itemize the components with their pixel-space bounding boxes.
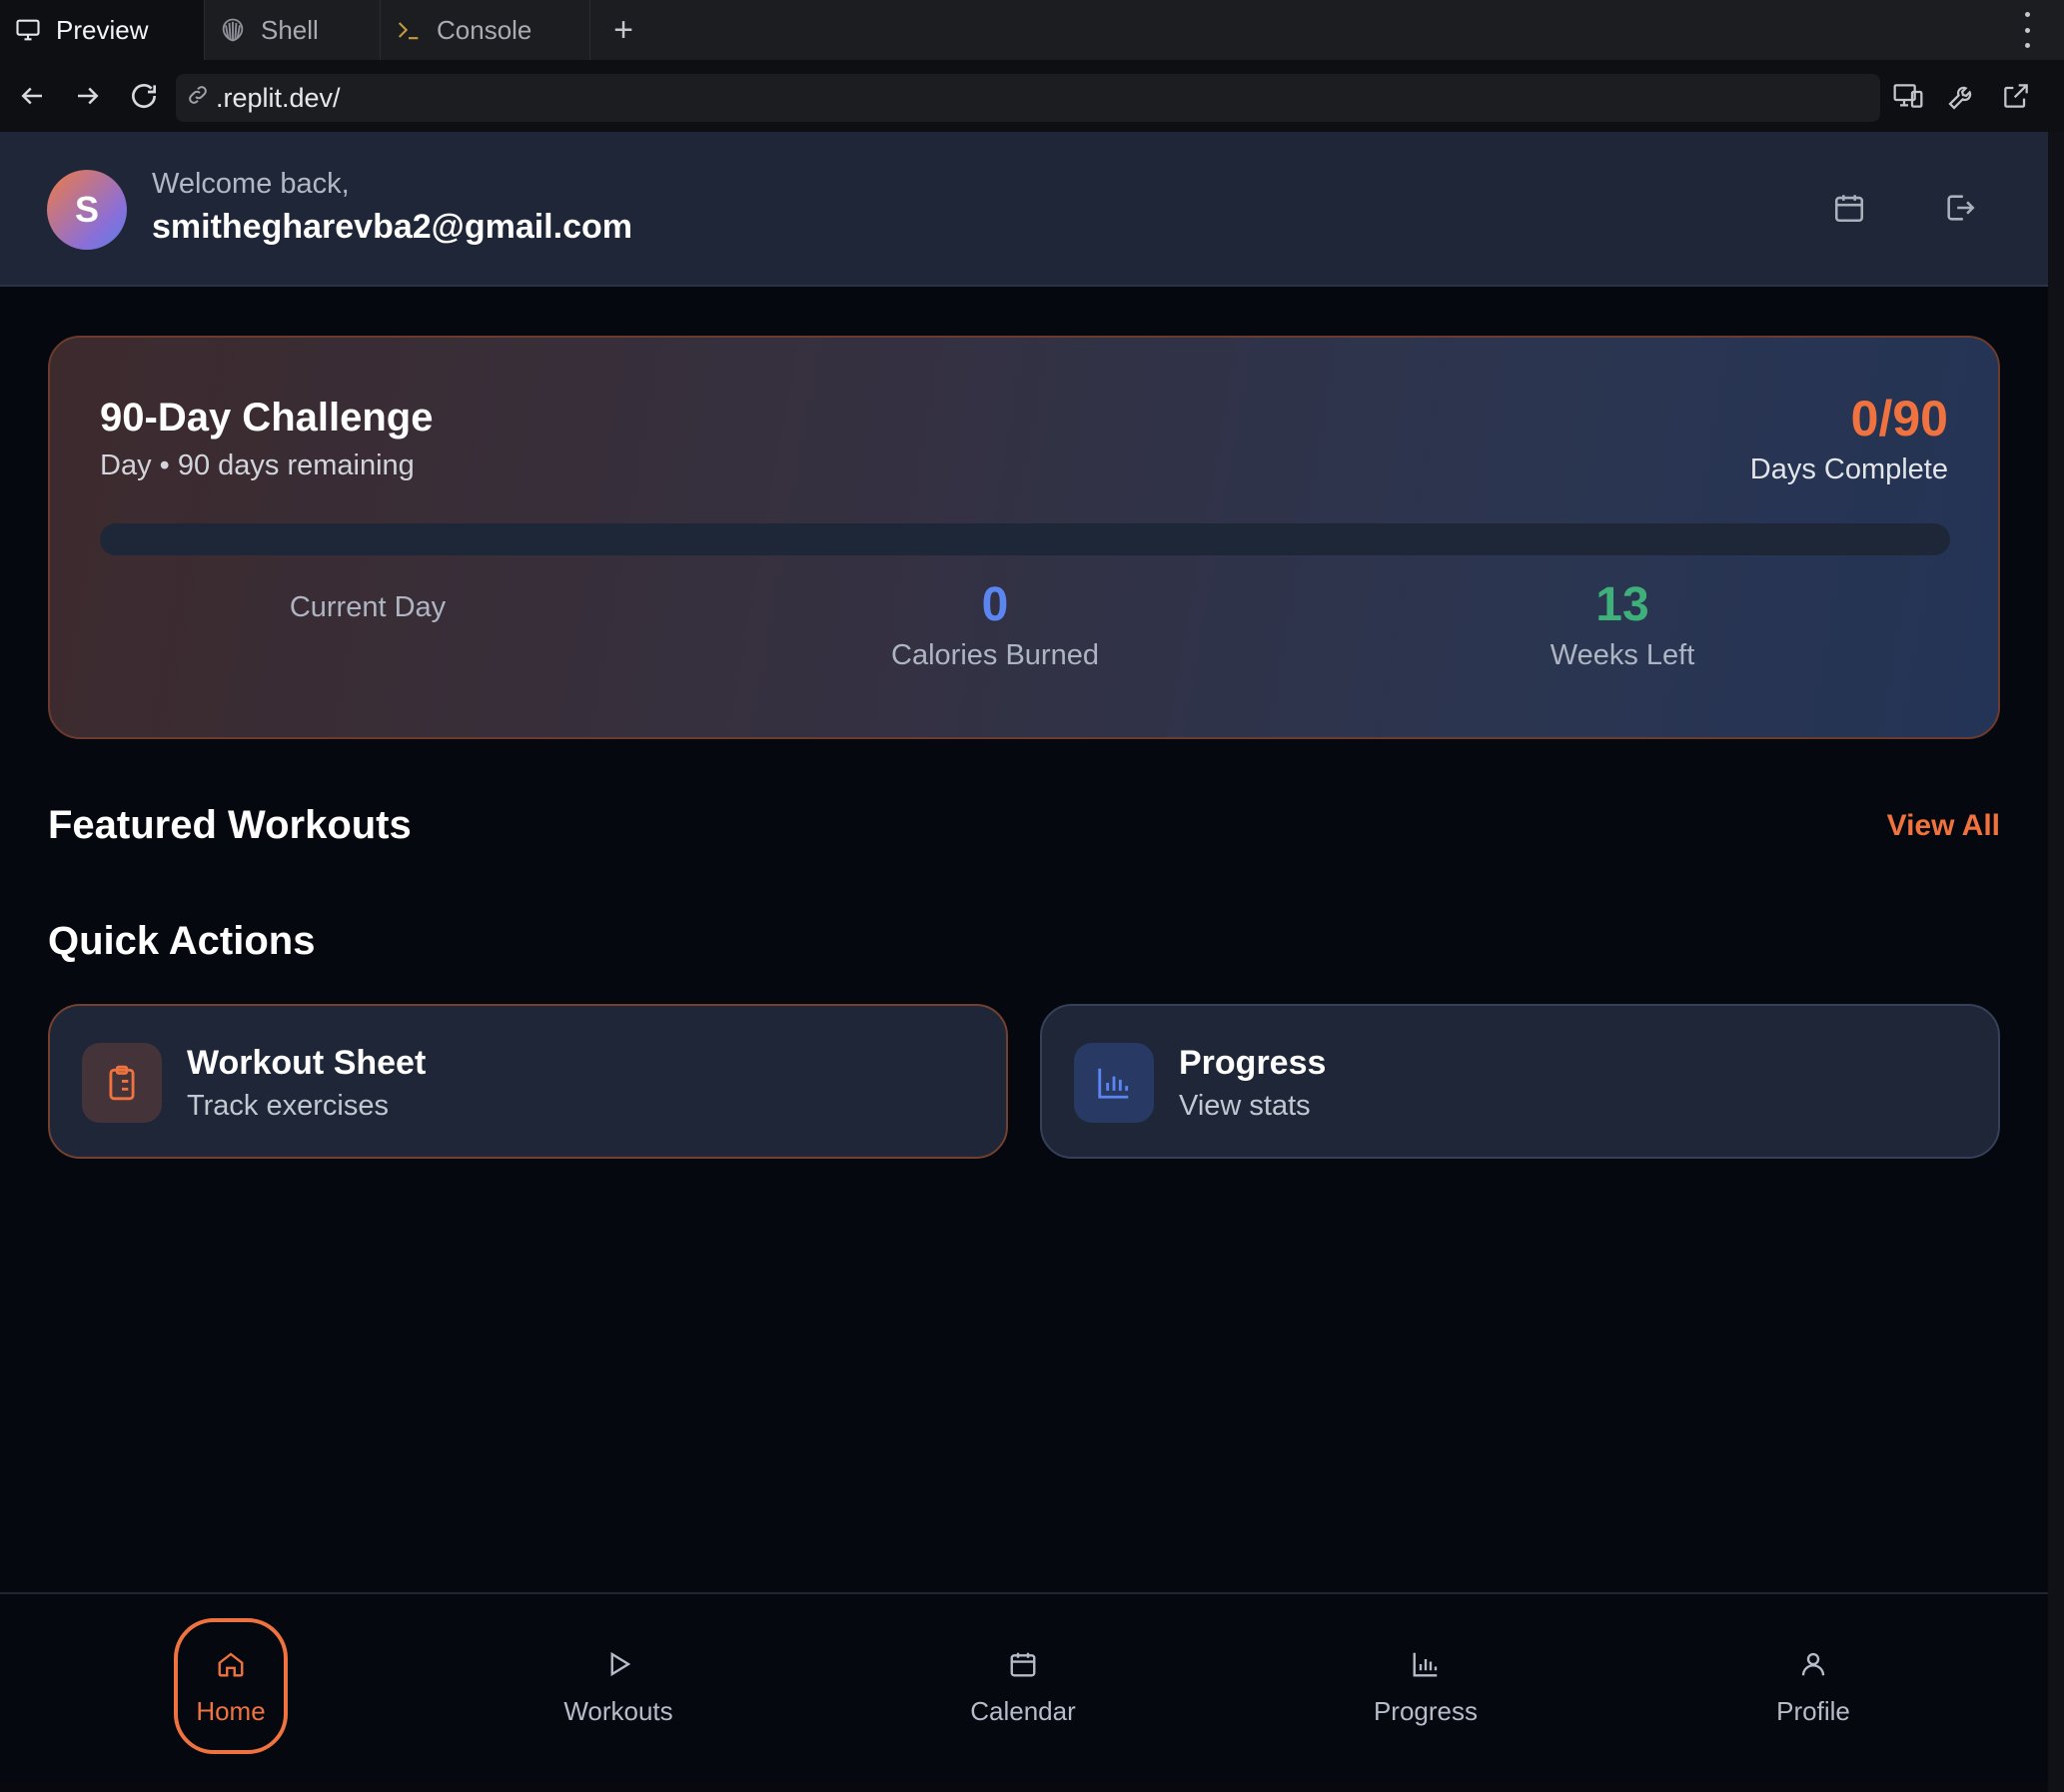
app-viewport: S Welcome back, smithegharevba2@gmail.co… xyxy=(0,132,2048,1782)
url-tools xyxy=(1890,78,2034,114)
nav-label: Profile xyxy=(1776,1695,1850,1726)
home-icon xyxy=(213,1646,249,1682)
bar-chart-icon xyxy=(1074,1043,1154,1123)
challenge-title: 90-Day Challenge xyxy=(100,396,434,440)
logout-icon[interactable] xyxy=(1938,186,1982,230)
terminal-icon xyxy=(395,16,423,44)
calendar-icon[interactable] xyxy=(1827,186,1871,230)
challenge-subtitle: Day • 90 days remaining xyxy=(100,449,415,481)
link-icon xyxy=(186,83,210,114)
workspace-tab-bar: Preview Shell Console + xyxy=(0,0,2064,60)
days-complete-count: 0/90 xyxy=(1850,391,1948,447)
tab-preview[interactable]: Preview xyxy=(0,0,205,60)
tab-shell[interactable]: Shell xyxy=(205,0,381,60)
stat-value: 0 xyxy=(981,578,1009,631)
challenge-card: 90-Day Challenge Day • 90 days remaining… xyxy=(48,336,2000,739)
progress-card[interactable]: Progress View stats xyxy=(1040,1004,2000,1159)
stat-current-day: Current Day xyxy=(108,587,627,627)
nav-label: Progress xyxy=(1373,1695,1479,1726)
nav-label: Calendar xyxy=(970,1695,1076,1726)
nav-workouts[interactable]: Workouts xyxy=(538,1618,698,1754)
workout-sheet-card[interactable]: Workout Sheet Track exercises xyxy=(48,1004,1008,1159)
bar-chart-icon xyxy=(1408,1646,1444,1682)
stat-label: Current Day xyxy=(289,591,447,623)
shell-icon xyxy=(219,16,247,44)
quick-actions-title: Quick Actions xyxy=(48,919,316,963)
monitor-icon xyxy=(14,16,42,44)
more-options-icon[interactable] xyxy=(2022,12,2032,48)
tab-console[interactable]: Console xyxy=(381,0,590,60)
nav-profile[interactable]: Profile xyxy=(1733,1618,1893,1754)
qa-subtitle: Track exercises xyxy=(187,1090,389,1122)
wrench-icon[interactable] xyxy=(1944,78,1980,114)
url-bar: .replit.dev/ xyxy=(0,60,2064,132)
devices-icon[interactable] xyxy=(1890,78,1926,114)
avatar[interactable]: S xyxy=(47,170,127,250)
reload-icon[interactable] xyxy=(116,68,172,124)
tab-label: Preview xyxy=(56,14,149,45)
add-tab-button[interactable]: + xyxy=(590,0,656,60)
nav-label: Workouts xyxy=(563,1695,673,1726)
stat-label: Calories Burned xyxy=(891,639,1099,671)
app-header: S Welcome back, smithegharevba2@gmail.co… xyxy=(0,132,2048,287)
welcome-text: Welcome back, xyxy=(152,168,350,200)
plus-icon: + xyxy=(613,10,633,49)
tab-label: Shell xyxy=(261,14,319,45)
days-complete-label: Days Complete xyxy=(1749,453,1948,485)
scrollbar[interactable] xyxy=(2048,132,2064,1792)
url-input[interactable]: .replit.dev/ xyxy=(176,74,1880,122)
forward-arrow-icon[interactable] xyxy=(60,68,116,124)
tab-label: Console xyxy=(437,14,532,45)
stat-weeks-left: 13 Weeks Left xyxy=(1363,575,1882,675)
qa-title: Progress xyxy=(1179,1044,1327,1082)
calendar-icon xyxy=(1005,1646,1041,1682)
url-text: .replit.dev/ xyxy=(216,82,341,113)
nav-home[interactable]: Home xyxy=(174,1618,288,1754)
user-icon xyxy=(1795,1646,1831,1682)
qa-subtitle: View stats xyxy=(1179,1090,1311,1122)
play-icon xyxy=(600,1646,636,1682)
stat-label: Weeks Left xyxy=(1549,639,1695,671)
bottom-nav: Home Workouts Calendar Progress Profile xyxy=(0,1592,2048,1782)
qa-title: Workout Sheet xyxy=(187,1044,427,1082)
stat-calories: 0 Calories Burned xyxy=(735,575,1255,675)
nav-label: Home xyxy=(196,1695,266,1726)
challenge-progress-bar xyxy=(100,523,1950,555)
featured-workouts-title: Featured Workouts xyxy=(48,803,412,847)
stat-value: 13 xyxy=(1595,578,1649,631)
user-email: smithegharevba2@gmail.com xyxy=(152,208,632,246)
back-arrow-icon[interactable] xyxy=(4,68,60,124)
view-all-link[interactable]: View All xyxy=(1887,809,2000,843)
clipboard-icon xyxy=(82,1043,162,1123)
nav-progress[interactable]: Progress xyxy=(1346,1618,1506,1754)
nav-calendar[interactable]: Calendar xyxy=(943,1618,1103,1754)
open-external-icon[interactable] xyxy=(1998,78,2034,114)
